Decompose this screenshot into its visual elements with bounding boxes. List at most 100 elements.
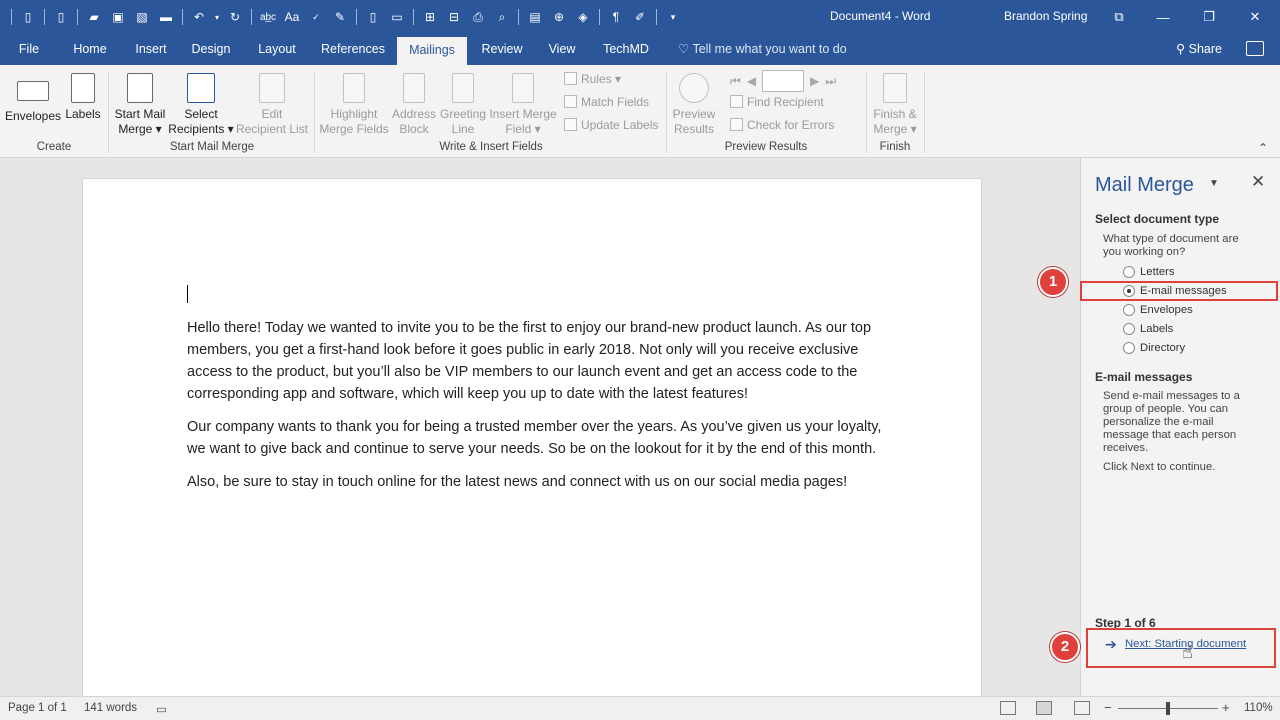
- address-block-button[interactable]: Address Block: [390, 73, 438, 137]
- print-layout-icon[interactable]: [1036, 701, 1052, 715]
- spelling-icon[interactable]: ab̲c: [257, 6, 279, 28]
- radio-directory[interactable]: Directory: [1123, 340, 1185, 356]
- page-icon[interactable]: ▯: [362, 6, 384, 28]
- abc-check-icon[interactable]: ✓: [305, 6, 327, 28]
- tab-mailings[interactable]: Mailings: [397, 37, 467, 65]
- radio-letters-circle[interactable]: [1123, 266, 1135, 278]
- check-errors-button[interactable]: Check for Errors: [730, 116, 834, 134]
- paragraph-3[interactable]: Also, be sure to stay in touch online fo…: [187, 471, 887, 493]
- next-record-icon[interactable]: ▶: [810, 74, 819, 88]
- group-label-start-mail-merge: Start Mail Merge: [169, 141, 255, 153]
- protect-icon[interactable]: ◈: [572, 6, 594, 28]
- radio-letters[interactable]: Letters: [1123, 264, 1175, 280]
- folder-icon[interactable]: ▬: [155, 6, 177, 28]
- record-number-input[interactable]: [762, 70, 805, 92]
- rules-button[interactable]: Rules ▾: [564, 70, 621, 88]
- zoom-in-button[interactable]: +: [1222, 700, 1230, 715]
- new-icon[interactable]: ▯: [17, 6, 39, 28]
- greeting-label-2: Line: [451, 122, 475, 136]
- tab-design[interactable]: Design: [184, 34, 238, 65]
- compare-icon[interactable]: ⊞: [419, 6, 441, 28]
- read-mode-icon[interactable]: [1000, 701, 1016, 715]
- update-labels-button[interactable]: Update Labels: [564, 116, 658, 134]
- format-painter-icon[interactable]: ✐: [629, 6, 651, 28]
- share-button[interactable]: ⚲ Share: [1176, 34, 1222, 65]
- start-mail-merge-button[interactable]: Start Mail Merge ▾: [110, 73, 170, 137]
- group-separator: [924, 71, 925, 153]
- print-icon[interactable]: ⎙: [467, 6, 489, 28]
- tab-home[interactable]: Home: [66, 34, 114, 65]
- insert-merge-field-button[interactable]: Insert Merge Field ▾: [488, 73, 558, 137]
- previous-record-icon[interactable]: ◀: [747, 74, 756, 88]
- close-icon[interactable]: ✕: [1232, 0, 1278, 34]
- zoom-level[interactable]: 110%: [1244, 702, 1273, 714]
- undo-icon[interactable]: ↶: [188, 6, 210, 28]
- zoom-out-button[interactable]: −: [1104, 700, 1112, 715]
- radio-envelopes-circle[interactable]: [1123, 304, 1135, 316]
- last-record-icon[interactable]: ⏭: [825, 74, 836, 89]
- pane-options-icon[interactable]: ▼: [1209, 178, 1219, 189]
- collapse-ribbon-icon[interactable]: ⌃: [1258, 141, 1268, 155]
- proofing-icon[interactable]: ▭: [156, 702, 167, 716]
- redo-icon[interactable]: ↻: [224, 6, 246, 28]
- document-icon[interactable]: ▭: [386, 6, 408, 28]
- select-recipients-button[interactable]: Select Recipients ▾: [168, 73, 234, 137]
- combine-icon[interactable]: ⊟: [443, 6, 465, 28]
- macro-icon[interactable]: ▤: [524, 6, 546, 28]
- preview-results-button[interactable]: Preview Results: [668, 73, 720, 137]
- tab-references[interactable]: References: [316, 34, 390, 65]
- document-body[interactable]: Hello there! Today we wanted to invite y…: [187, 317, 887, 504]
- tab-view[interactable]: View: [542, 34, 582, 65]
- page-count[interactable]: Page 1 of 1: [8, 702, 67, 714]
- tab-layout[interactable]: Layout: [250, 34, 304, 65]
- paragraph-mark-icon[interactable]: ¶: [605, 6, 627, 28]
- match-fields-button[interactable]: Match Fields: [564, 93, 649, 111]
- minimize-icon[interactable]: —: [1140, 0, 1186, 34]
- hand-pointer-icon: ☝: [1182, 642, 1193, 662]
- step-badge-1: 1: [1038, 267, 1068, 297]
- track-icon[interactable]: ✎: [329, 6, 351, 28]
- document-area[interactable]: Hello there! Today we wanted to invite y…: [0, 158, 1080, 698]
- radio-envelopes[interactable]: Envelopes: [1123, 302, 1193, 318]
- tab-file[interactable]: File: [8, 34, 50, 65]
- paragraph-2[interactable]: Our company wants to thank you for being…: [187, 416, 887, 460]
- highlight-label-1: Highlight: [330, 107, 378, 121]
- radio-labels-label: Labels: [1140, 323, 1174, 335]
- highlight-merge-fields-button[interactable]: Highlight Merge Fields: [318, 73, 390, 137]
- envelopes-button[interactable]: Envelopes: [4, 73, 62, 124]
- radio-labels[interactable]: Labels: [1123, 321, 1173, 337]
- ribbon-display-icon[interactable]: ⧉: [1096, 0, 1142, 34]
- start-mail-merge-label-2: Merge ▾: [118, 122, 162, 136]
- comments-icon[interactable]: [1246, 41, 1264, 56]
- radio-labels-circle[interactable]: [1123, 323, 1135, 335]
- edit-recipient-list-button[interactable]: Edit Recipient List: [234, 73, 310, 137]
- first-record-icon[interactable]: ⏮: [730, 74, 741, 89]
- pane-close-icon[interactable]: ✕: [1251, 172, 1265, 192]
- zoom-slider-thumb[interactable]: [1166, 702, 1170, 715]
- greeting-line-button[interactable]: Greeting Line: [438, 73, 488, 137]
- find-recipient-button[interactable]: Find Recipient: [730, 93, 824, 111]
- new-blank-icon[interactable]: ▯: [50, 6, 72, 28]
- tab-review[interactable]: Review: [476, 34, 528, 65]
- highlight-email-option: [1080, 281, 1278, 301]
- undo-dropdown-icon[interactable]: ▾: [212, 6, 222, 28]
- user-name[interactable]: Brandon Spring: [1004, 9, 1087, 23]
- tab-insert[interactable]: Insert: [126, 34, 176, 65]
- web-layout-icon[interactable]: [1074, 701, 1090, 715]
- save-as-icon[interactable]: ▧: [131, 6, 153, 28]
- radio-directory-circle[interactable]: [1123, 342, 1135, 354]
- save-icon[interactable]: ▣: [107, 6, 129, 28]
- zoom-doc-icon[interactable]: ⊕: [548, 6, 570, 28]
- tell-me-search[interactable]: ♡ Tell me what you want to do: [678, 34, 847, 65]
- word-count[interactable]: 141 words: [84, 702, 137, 714]
- tab-techmd[interactable]: TechMD: [596, 34, 656, 65]
- font-size-icon[interactable]: Aa: [281, 6, 303, 28]
- paragraph-1[interactable]: Hello there! Today we wanted to invite y…: [187, 317, 887, 405]
- open-icon[interactable]: ▰: [83, 6, 105, 28]
- restore-icon[interactable]: ❐: [1186, 0, 1232, 34]
- labels-button[interactable]: Labels: [62, 73, 104, 122]
- document-page[interactable]: Hello there! Today we wanted to invite y…: [82, 178, 982, 698]
- finish-merge-button[interactable]: Finish & Merge ▾: [868, 73, 922, 137]
- preview-icon[interactable]: ⌕: [491, 6, 513, 28]
- customize-icon[interactable]: ▾: [662, 6, 684, 28]
